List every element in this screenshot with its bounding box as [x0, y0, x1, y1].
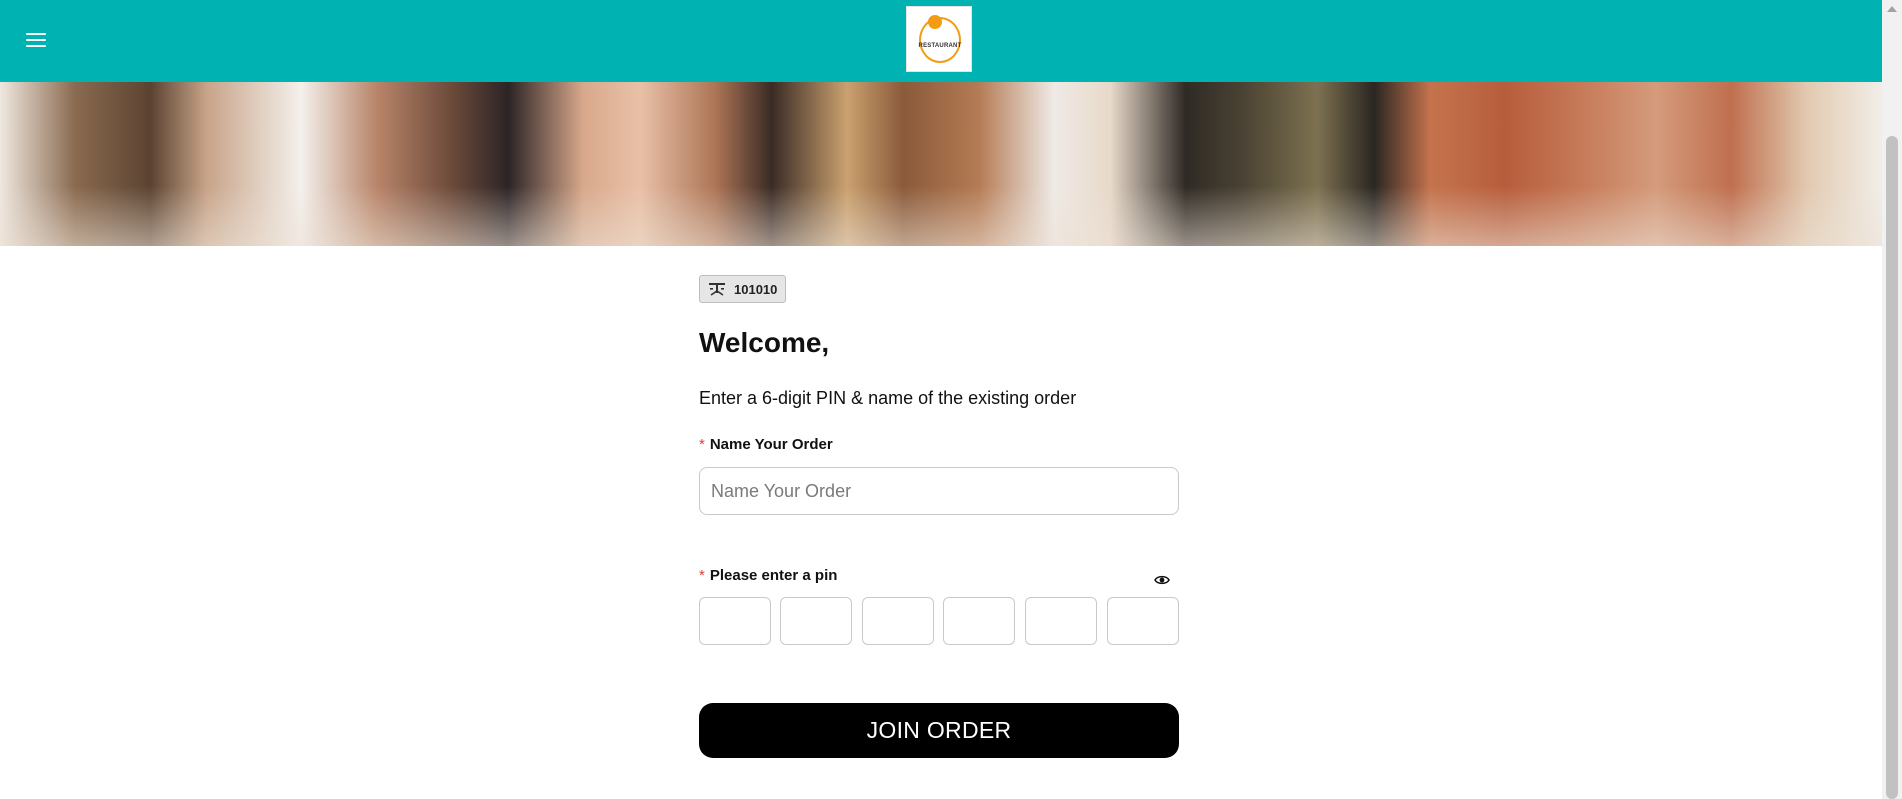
menu-line — [26, 33, 46, 35]
hamburger-menu-icon[interactable] — [26, 32, 46, 48]
table-number: 101010 — [734, 281, 778, 297]
logo-text: RESTAURANT — [918, 43, 962, 49]
menu-line — [26, 39, 46, 41]
app-header: RESTAURANT — [0, 0, 1882, 82]
eye-icon[interactable] — [1154, 573, 1170, 585]
pin-digit-input-4[interactable] — [943, 597, 1015, 645]
pin-input-group — [699, 597, 1179, 645]
scrollbar-thumb[interactable] — [1886, 136, 1898, 799]
welcome-heading: Welcome, — [699, 327, 830, 358]
order-name-label: * Name Your Order — [699, 436, 833, 453]
welcome-subtitle: Enter a 6-digit PIN & name of the existi… — [699, 388, 1077, 408]
pin-digit-input-3[interactable] — [862, 597, 934, 645]
scroll-up-arrow-icon[interactable] — [1887, 6, 1897, 12]
pin-digit-input-2[interactable] — [780, 597, 852, 645]
required-marker: * — [699, 567, 705, 584]
pin-label: * Please enter a pin — [699, 567, 837, 584]
vertical-scrollbar[interactable] — [1882, 0, 1902, 799]
pin-digit-input-6[interactable] — [1107, 597, 1179, 645]
hero-banner-image — [0, 82, 1882, 246]
pin-digit-input-5[interactable] — [1025, 597, 1097, 645]
order-name-input[interactable] — [699, 467, 1179, 515]
table-icon — [708, 282, 726, 296]
table-badge: 101010 — [699, 275, 787, 303]
logo-chef-icon — [928, 15, 942, 29]
join-order-button[interactable]: JOIN ORDER — [699, 703, 1179, 758]
restaurant-logo[interactable]: RESTAURANT — [906, 6, 972, 72]
menu-line — [26, 45, 46, 47]
pin-digit-input-1[interactable] — [699, 597, 771, 645]
required-marker: * — [699, 436, 705, 453]
order-name-label-text: Name Your Order — [709, 436, 833, 453]
pin-label-text: Please enter a pin — [709, 567, 838, 584]
page: RESTAURANT 101010 Welcome, Enter a 6-dig… — [0, 0, 1902, 799]
